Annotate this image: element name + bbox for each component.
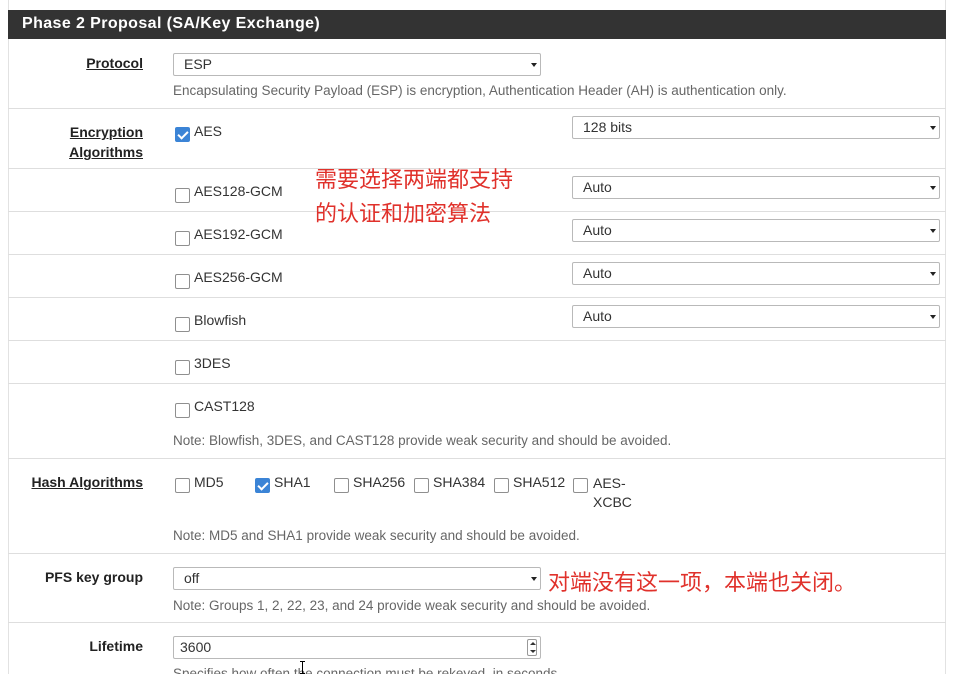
chevron-down-icon <box>930 181 936 194</box>
cast128-checkbox[interactable] <box>175 403 190 418</box>
lifetime-input[interactable]: 3600 <box>173 636 541 659</box>
chevron-down-icon <box>930 310 936 323</box>
sha384-checkbox[interactable] <box>414 478 429 493</box>
aes128-gcm-keylen-value: Auto <box>583 179 612 195</box>
protocol-select-value: ESP <box>184 56 213 72</box>
protocol-label[interactable]: Protocol <box>86 53 143 73</box>
3des-label: 3DES <box>194 355 231 371</box>
sha512-label: SHA512 <box>513 474 566 490</box>
aes192-gcm-keylen-value: Auto <box>583 222 612 238</box>
encryption-row-cast128: CAST128 Note: Blowfish, 3DES, and CAST12… <box>8 384 946 459</box>
blowfish-label: Blowfish <box>194 312 247 328</box>
sha384-label: SHA384 <box>433 474 486 490</box>
sha256-label: SHA256 <box>353 474 406 490</box>
encryption-row-aes256gcm: AES256-GCM Auto <box>8 255 946 298</box>
lifetime-help: Specifies how often the connection must … <box>173 666 561 674</box>
blowfish-keylen-select[interactable]: Auto <box>572 305 940 328</box>
aes256-gcm-keylen-select[interactable]: Auto <box>572 262 940 285</box>
aes256-gcm-label: AES256-GCM <box>194 269 283 285</box>
spinner-arrows-icon[interactable] <box>527 639 537 656</box>
sha512-checkbox[interactable] <box>494 478 509 493</box>
chevron-down-icon <box>531 572 537 585</box>
aes-checkbox[interactable] <box>175 127 190 142</box>
section-title: Phase 2 Proposal (SA/Key Exchange) <box>8 10 946 39</box>
aes-label: AES <box>194 123 223 139</box>
blowfish-checkbox[interactable] <box>175 317 190 332</box>
chevron-down-icon <box>930 267 936 280</box>
encryption-row-3des: 3DES <box>8 341 946 384</box>
encryption-label[interactable]: Encryption Algorithms <box>69 122 143 162</box>
protocol-select[interactable]: ESP <box>173 53 541 76</box>
lifetime-value: 3600 <box>180 639 212 655</box>
aes256-gcm-checkbox[interactable] <box>175 274 190 289</box>
pfs-select-value: off <box>184 570 200 586</box>
lifetime-label: Lifetime <box>89 638 143 654</box>
pfs-label: PFS key group <box>44 569 143 585</box>
protocol-row: Protocol ESP Encapsulating Security Payl… <box>8 39 946 109</box>
aes128-gcm-label: AES128-GCM <box>194 183 283 199</box>
md5-label: MD5 <box>194 474 224 490</box>
sha256-checkbox[interactable] <box>334 478 349 493</box>
cast128-label: CAST128 <box>194 398 255 414</box>
3des-checkbox[interactable] <box>175 360 190 375</box>
lifetime-row: Lifetime 3600 Specifies how often the co… <box>8 623 946 674</box>
aes-xcbc-checkbox[interactable] <box>573 478 588 493</box>
annotation-encryption-line2: 的认证和加密算法 <box>315 202 492 227</box>
aes192-gcm-keylen-select[interactable]: Auto <box>572 219 940 242</box>
aes-keylen-select[interactable]: 128 bits <box>572 116 940 139</box>
aes256-gcm-keylen-value: Auto <box>583 265 612 281</box>
blowfish-keylen-value: Auto <box>583 308 612 324</box>
aes128-gcm-checkbox[interactable] <box>175 188 190 203</box>
chevron-down-icon <box>930 121 936 134</box>
sha1-label: SHA1 <box>274 474 311 490</box>
aes-keylen-value: 128 bits <box>583 119 633 135</box>
annotation-pfs: 对端没有这一项，本端也关闭。 <box>548 571 857 596</box>
protocol-help: Encapsulating Security Payload (ESP) is … <box>173 83 787 98</box>
aes192-gcm-checkbox[interactable] <box>175 231 190 246</box>
aes192-gcm-label: AES192-GCM <box>194 226 283 242</box>
hash-label[interactable]: Hash Algorithms <box>32 472 144 492</box>
hash-row: Hash Algorithms MD5 SHA1 SHA256 SHA384 S… <box>8 459 946 554</box>
pfs-weak-note: Note: Groups 1, 2, 22, 23, and 24 provid… <box>173 598 651 613</box>
sha1-checkbox[interactable] <box>255 478 270 493</box>
chevron-down-icon <box>531 58 537 71</box>
encryption-weak-note: Note: Blowfish, 3DES, and CAST128 provid… <box>173 433 672 448</box>
hash-weak-note: Note: MD5 and SHA1 provide weak security… <box>173 528 580 543</box>
pfs-select[interactable]: off <box>173 567 541 590</box>
aes-xcbc-label: AES- XCBC <box>593 475 632 510</box>
text-cursor-icon <box>299 661 307 674</box>
md5-checkbox[interactable] <box>175 478 190 493</box>
aes128-gcm-keylen-select[interactable]: Auto <box>572 176 940 199</box>
chevron-down-icon <box>930 224 936 237</box>
encryption-row-blowfish: Blowfish Auto <box>8 298 946 341</box>
encryption-row-aes: Encryption Algorithms AES 128 bits <box>8 109 946 169</box>
annotation-encryption-line1: 需要选择两端都支持 <box>315 168 514 193</box>
